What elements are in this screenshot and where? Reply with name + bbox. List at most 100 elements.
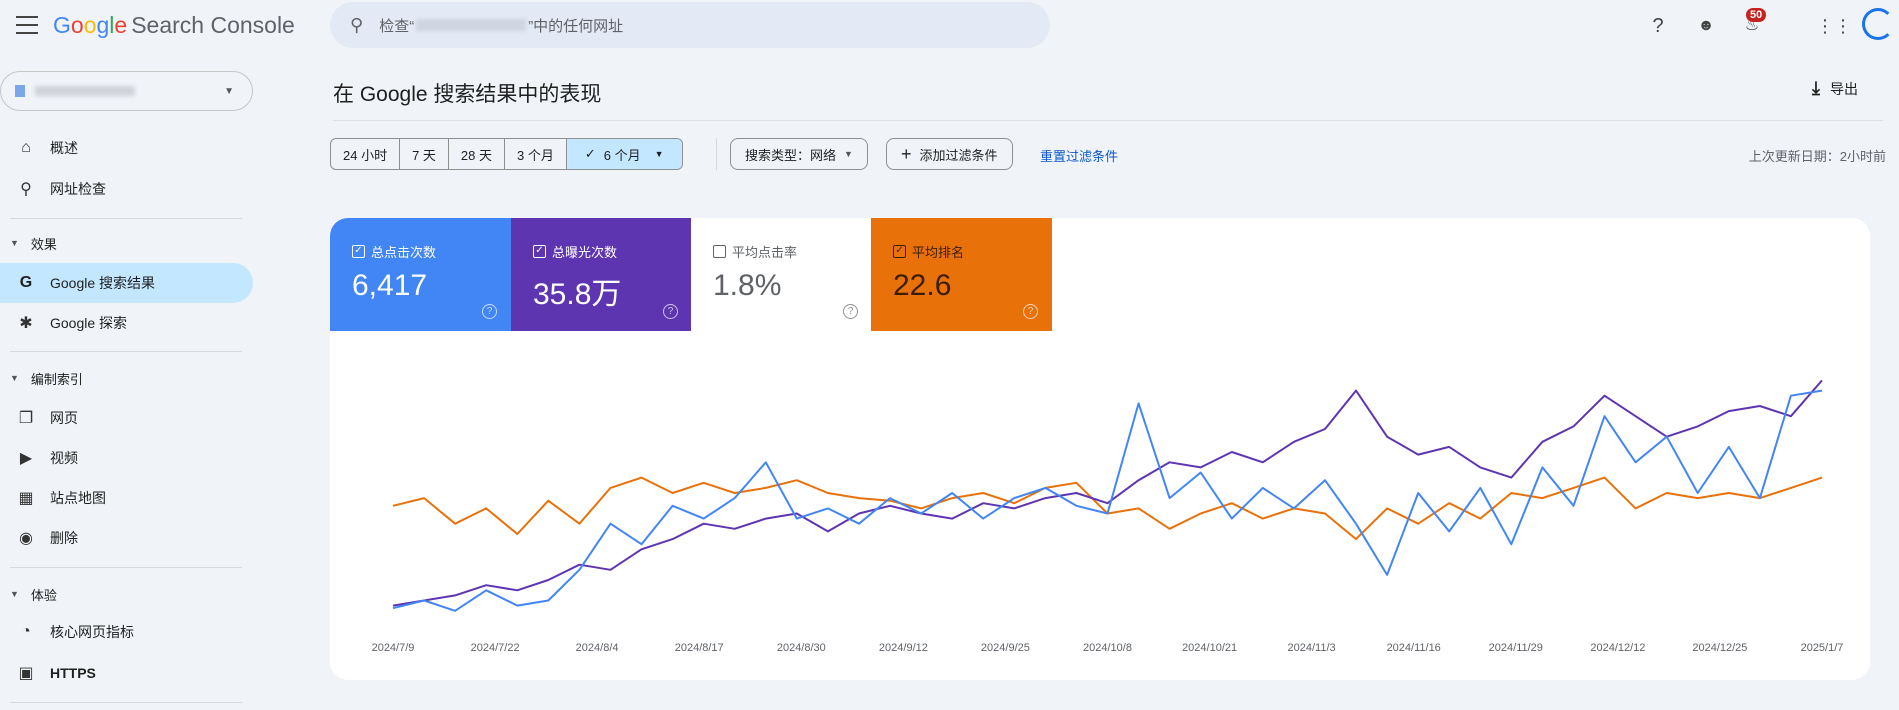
search-type-label: 搜索类型：网络 (745, 147, 837, 163)
sidebar-item-core-web-vitals[interactable]: ◔ 核心网页指标 (0, 612, 253, 652)
sitemap-icon: ▦ (18, 490, 34, 507)
plus-icon: + (901, 143, 912, 164)
range-6m-selected[interactable]: ✓ 6 个月 ▼ (566, 139, 682, 169)
search-type-filter[interactable]: 搜索类型：网络 ▼ (730, 138, 868, 170)
help-icon[interactable]: ? (843, 304, 858, 319)
home-icon: ⌂ (21, 139, 31, 156)
search-placeholder-prefix: 检查“ (379, 17, 415, 35)
range-24h[interactable]: 24 小时 (331, 139, 401, 169)
performance-card: ✓ 总点击次数 6,417 ? ✓ 总曝光次数 35.8万 ? 平均点击率 1.8%… (330, 218, 1870, 680)
metric-clicks[interactable]: ✓ 总点击次数 6,417 ? (330, 218, 511, 331)
x-tick-label: 2025/1/7 (1801, 642, 1844, 654)
add-filter-button[interactable]: + 添加过滤条件 (886, 138, 1013, 170)
sidebar-item-sitemaps[interactable]: ▦ 站点地图 (0, 478, 253, 518)
caret-down-icon: ▼ (10, 238, 19, 248)
performance-chart[interactable]: 2024/7/9 2024/7/22 2024/8/4 2024/8/17 2024/8… (330, 331, 1870, 680)
export-button[interactable]: ⤓ 导出 (1812, 78, 1858, 99)
metric-value: 6,417 (352, 269, 428, 302)
x-tick-label: 2024/11/16 (1387, 642, 1441, 654)
metric-value: 35.8万 (533, 278, 622, 311)
download-icon: ⤓ (1812, 78, 1820, 98)
search-icon: ⚲ (350, 14, 364, 35)
x-tick-label: 2024/11/29 (1489, 642, 1543, 654)
notification-badge: 50 (1746, 8, 1767, 22)
x-tick-label: 2024/8/30 (777, 642, 826, 654)
sidebar-item-discover[interactable]: ✱ Google 探索 (0, 303, 253, 343)
metric-position[interactable]: ✓ 平均排名 22.6 ? (871, 218, 1052, 331)
sidebar-item-label: HTTPS (50, 665, 96, 681)
section-experience[interactable]: ▼ 体验 (10, 582, 57, 606)
user-settings-icon[interactable]: ☻ (1694, 14, 1718, 38)
caret-down-icon: ▼ (10, 373, 19, 383)
section-performance[interactable]: ▼ 效果 (10, 231, 57, 255)
help-icon[interactable]: ? (663, 304, 678, 319)
checkbox-checked-icon[interactable]: ✓ (352, 245, 365, 258)
metric-impressions[interactable]: ✓ 总曝光次数 35.8万 ? (511, 218, 692, 331)
apps-grid-icon[interactable]: ⋮⋮ (1816, 14, 1852, 38)
x-tick-label: 2024/8/17 (675, 642, 724, 654)
x-tick-label: 2024/7/22 (471, 642, 520, 654)
date-range-selector[interactable]: 24 小时 7 天 28 天 3 个月 ✓ 6 个月 ▼ (330, 138, 683, 170)
range-7d[interactable]: 7 天 (400, 139, 449, 169)
checkbox-unchecked-icon[interactable] (713, 245, 726, 258)
sidebar-item-https[interactable]: ▣ HTTPS (0, 653, 253, 693)
last-updated: 上次更新日期：2小时前 (1748, 149, 1886, 164)
range-3m[interactable]: 3 个月 (505, 139, 567, 169)
metric-label: 平均排名 (912, 245, 965, 260)
sidebar-item-overview[interactable]: ⌂ 概述 (0, 128, 253, 168)
divider (10, 567, 242, 568)
metric-ctr[interactable]: 平均点击率 1.8% ? (691, 218, 872, 331)
metric-value: 1.8% (713, 269, 782, 302)
checkbox-checked-icon[interactable]: ✓ (533, 245, 546, 258)
sidebar-item-pages[interactable]: ❐ 网页 (0, 398, 253, 438)
section-indexing[interactable]: ▼ 编制索引 (10, 366, 83, 390)
logo-product: Search Console (131, 12, 295, 38)
x-tick-label: 2024/7/9 (372, 642, 415, 654)
help-icon[interactable]: ? (1023, 304, 1038, 319)
x-tick-label: 2024/9/12 (879, 642, 928, 654)
pages-icon: ❐ (18, 410, 34, 427)
sidebar-item-videos[interactable]: ▶ 视频 (0, 438, 253, 478)
help-icon[interactable]: ? (482, 304, 497, 319)
x-tick-label: 2024/10/21 (1182, 642, 1237, 654)
sidebar-item-label: Google 探索 (50, 315, 128, 331)
divider (716, 138, 717, 170)
x-tick-label: 2024/12/25 (1692, 642, 1747, 654)
property-name-redacted (416, 19, 527, 31)
search-placeholder-suffix: ”中的任何网址 (528, 17, 624, 35)
divider (10, 702, 242, 703)
help-icon[interactable]: ? (1646, 14, 1670, 38)
caret-down-icon: ▼ (844, 149, 853, 159)
main-menu-icon[interactable] (16, 16, 38, 34)
sidebar-item-label: Google 搜索结果 (50, 275, 156, 291)
sidebar-item-label: 删除 (50, 530, 78, 546)
app-logo[interactable]: Google Search Console (53, 12, 295, 39)
x-tick-label: 2024/11/3 (1288, 642, 1336, 654)
chevron-down-icon: ▼ (224, 86, 234, 97)
checkbox-checked-icon[interactable]: ✓ (893, 245, 906, 258)
sidebar-item-label: 视频 (50, 450, 78, 466)
sidebar-item-url-inspection[interactable]: ⚲ 网址检查 (0, 169, 253, 209)
metric-label: 总点击次数 (371, 245, 437, 260)
x-tick-label: 2024/8/4 (576, 642, 619, 654)
property-selector[interactable]: ▼ (0, 71, 253, 111)
page-title: 在 Google 搜索结果中的表现 (333, 83, 602, 106)
sidebar-item-removals[interactable]: ◉ 删除 (0, 518, 253, 558)
property-name-redacted (35, 86, 135, 96)
section-title: 体验 (30, 587, 57, 603)
sidebar-item-search-results[interactable]: G Google 搜索结果 (0, 263, 253, 303)
range-28d[interactable]: 28 天 (449, 139, 505, 169)
check-icon: ✓ (584, 146, 596, 161)
lock-icon: ▣ (18, 665, 34, 682)
video-icon: ▶ (19, 450, 33, 467)
x-tick-label: 2024/10/8 (1083, 642, 1132, 654)
section-title: 编制索引 (30, 371, 83, 387)
x-tick-label: 2024/9/25 (981, 642, 1030, 654)
account-avatar[interactable] (1862, 8, 1894, 40)
asterisk-icon: ✱ (19, 315, 33, 332)
sidebar-item-label: 网址检查 (50, 181, 106, 197)
reset-filters-link[interactable]: 重置过滤条件 (1040, 146, 1118, 165)
caret-down-icon: ▼ (10, 589, 19, 599)
url-inspection-search[interactable]: ⚲ 检查“ ”中的任何网址 (330, 2, 1050, 48)
gauge-icon: ◔ (21, 623, 31, 640)
